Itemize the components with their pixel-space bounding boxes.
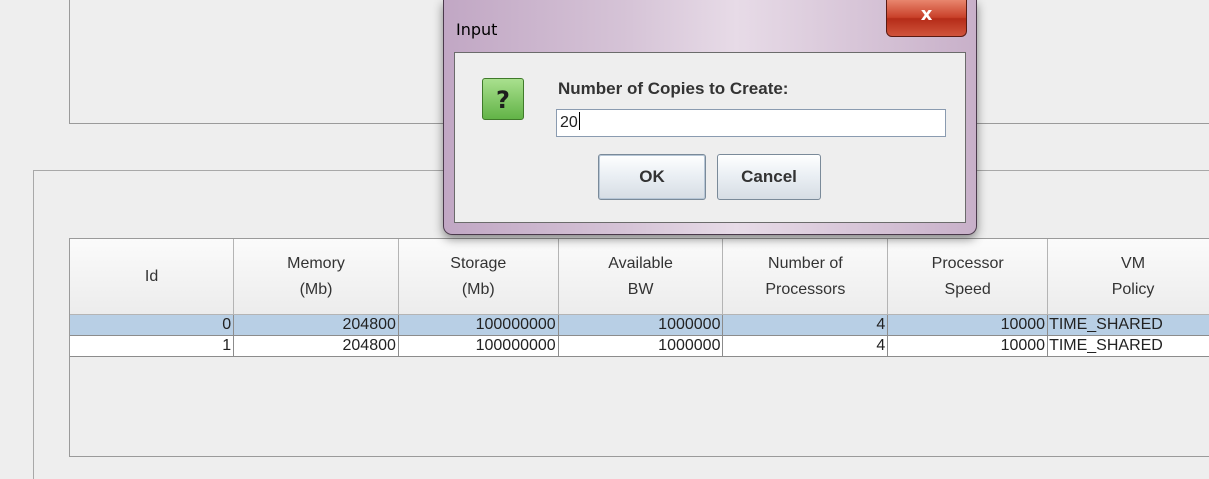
column-header-processors[interactable]: Number of Processors	[722, 239, 889, 315]
app-window: Id Memory (Mb) Storage (Mb) Available BW…	[0, 0, 1209, 479]
cell-processors[interactable]: 4	[722, 335, 889, 357]
column-header-available-bw[interactable]: Available BW	[558, 239, 724, 315]
table-header-row: Id Memory (Mb) Storage (Mb) Available BW…	[70, 239, 1209, 315]
copies-input-value: 20	[560, 114, 578, 131]
cancel-button[interactable]: Cancel	[717, 154, 821, 200]
input-dialog: Input x ? Number of Copies to Create: 20…	[443, 0, 977, 235]
column-header-memory[interactable]: Memory (Mb)	[233, 239, 399, 315]
hosts-table-scrollpane: Id Memory (Mb) Storage (Mb) Available BW…	[69, 238, 1209, 457]
table-row[interactable]: 0 204800 100000000 1000000 4 10000 TIME_…	[70, 314, 1209, 336]
close-icon: x	[920, 4, 933, 25]
cell-vm-policy[interactable]: TIME_SHARED	[1047, 335, 1209, 357]
cell-vm-policy[interactable]: TIME_SHARED	[1047, 314, 1209, 336]
column-header-vm-policy[interactable]: VM Policy	[1047, 239, 1209, 315]
text-caret	[578, 112, 580, 130]
cell-processor-speed[interactable]: 10000	[887, 335, 1049, 357]
dialog-title: Input	[456, 20, 498, 39]
cell-storage[interactable]: 100000000	[398, 314, 559, 336]
cell-storage[interactable]: 100000000	[398, 335, 559, 357]
cell-processor-speed[interactable]: 10000	[887, 314, 1049, 336]
cell-available-bw[interactable]: 1000000	[558, 314, 724, 336]
cell-memory[interactable]: 204800	[233, 335, 399, 357]
column-header-id[interactable]: Id	[70, 239, 235, 315]
column-header-processor-speed[interactable]: Processor Speed	[887, 239, 1049, 315]
cell-id[interactable]: 0	[70, 314, 235, 336]
cell-memory[interactable]: 204800	[233, 314, 399, 336]
cell-id[interactable]: 1	[70, 335, 235, 357]
prompt-label: Number of Copies to Create:	[558, 79, 789, 98]
close-button[interactable]: x	[886, 0, 967, 37]
dialog-content: ? Number of Copies to Create: 20 OK Canc…	[454, 52, 966, 223]
cell-processors[interactable]: 4	[722, 314, 889, 336]
table-row[interactable]: 1 204800 100000000 1000000 4 10000 TIME_…	[70, 335, 1209, 357]
question-icon: ?	[482, 78, 524, 120]
hosts-table[interactable]: Id Memory (Mb) Storage (Mb) Available BW…	[70, 239, 1209, 357]
column-header-storage[interactable]: Storage (Mb)	[398, 239, 559, 315]
copies-input[interactable]: 20	[556, 109, 946, 137]
ok-button[interactable]: OK	[598, 154, 706, 200]
cell-available-bw[interactable]: 1000000	[558, 335, 724, 357]
